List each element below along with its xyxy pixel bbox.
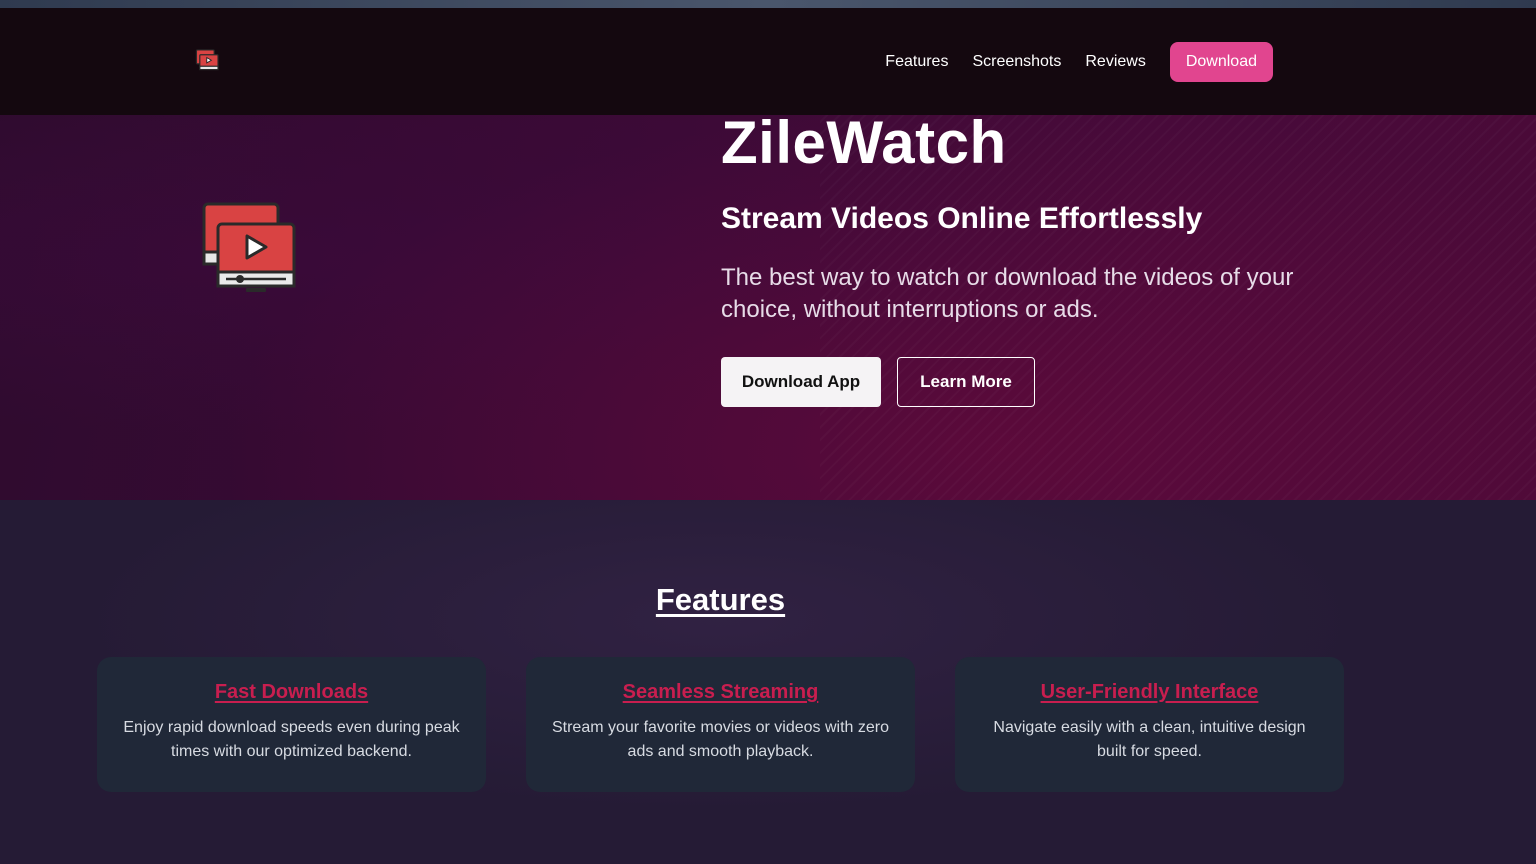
hero-title: ZileWatch xyxy=(721,109,1007,176)
window-top-border xyxy=(0,0,1536,8)
feature-card-description: Stream your favorite movies or videos wi… xyxy=(551,719,889,760)
feature-card-user-friendly-interface: User-Friendly Interface Navigate easily … xyxy=(955,657,1344,792)
navbar: Features Screenshots Reviews Download xyxy=(0,8,1536,115)
feature-card-title[interactable]: Seamless Streaming xyxy=(550,681,891,704)
feature-card-title[interactable]: Fast Downloads xyxy=(121,681,462,704)
nav-link-features[interactable]: Features xyxy=(885,53,948,71)
nav-link-screenshots[interactable]: Screenshots xyxy=(972,53,1061,71)
nav-links: Features Screenshots Reviews Download xyxy=(885,42,1273,82)
feature-card-fast-downloads: Fast Downloads Enjoy rapid download spee… xyxy=(97,657,486,792)
learn-more-button[interactable]: Learn More xyxy=(897,357,1035,407)
nav-link-reviews[interactable]: Reviews xyxy=(1085,53,1145,71)
feature-card-title[interactable]: User-Friendly Interface xyxy=(979,681,1320,704)
features-heading[interactable]: Features xyxy=(0,582,1441,618)
feature-card-description: Enjoy rapid download speeds even during … xyxy=(123,719,460,760)
download-app-button[interactable]: Download App xyxy=(721,357,881,407)
nav-download-button[interactable]: Download xyxy=(1169,42,1273,82)
video-player-icon xyxy=(200,196,296,296)
logo-icon[interactable] xyxy=(195,48,219,72)
hero-subtitle: Stream Videos Online Effortlessly xyxy=(721,202,1203,235)
feature-card-seamless-streaming: Seamless Streaming Stream your favorite … xyxy=(526,657,915,792)
feature-card-description: Navigate easily with a clean, intuitive … xyxy=(993,719,1306,760)
features-section: Features Fast Downloads Enjoy rapid down… xyxy=(0,500,1536,864)
hero-description: The best way to watch or download the vi… xyxy=(721,264,1294,323)
